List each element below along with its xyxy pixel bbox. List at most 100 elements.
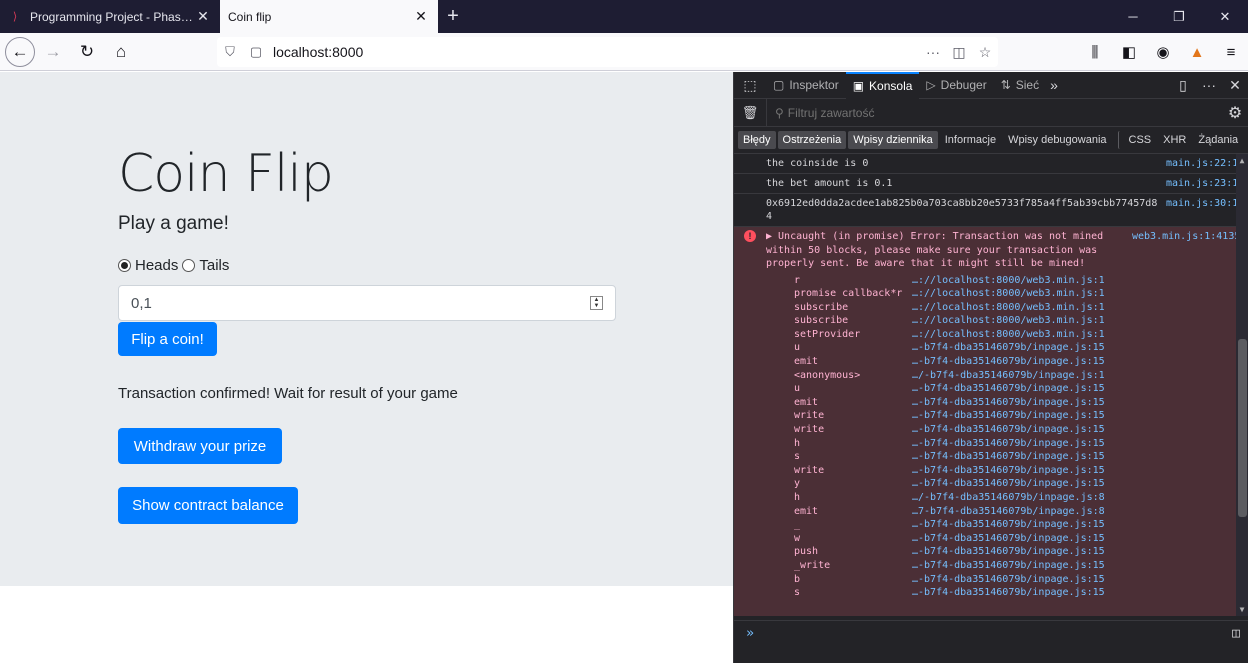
- message-source-link[interactable]: main.js:30:17: [1160, 197, 1248, 223]
- frame-location-link[interactable]: …://localhost:8000/web3.min.js:1: [912, 301, 1105, 315]
- account-icon[interactable]: ◉: [1146, 43, 1180, 61]
- frame-location-link[interactable]: …/-b7f4-dba35146079b/inpage.js:1: [912, 369, 1105, 383]
- tab-debugger[interactable]: ▷ Debuger: [919, 72, 993, 99]
- sidebar-icon[interactable]: ◧: [1112, 43, 1146, 61]
- show-balance-button[interactable]: Show contract balance: [118, 487, 298, 524]
- frame-location-link[interactable]: …-b7f4-dba35146079b/inpage.js:15: [912, 573, 1105, 587]
- tails-radio[interactable]: [182, 259, 196, 272]
- split-console-icon[interactable]: ◫: [1223, 626, 1248, 641]
- console-message: 0x6912ed0dda2acdee1ab825b0a703ca8bb20e57…: [734, 194, 1248, 227]
- frame-location-link[interactable]: …-b7f4-dba35146079b/inpage.js:15: [912, 477, 1105, 491]
- filter-logs[interactable]: Wpisy dziennika: [848, 131, 938, 149]
- console-error[interactable]: ! ▶ Uncaught (in promise) Error: Transac…: [734, 227, 1248, 616]
- frame-location-link[interactable]: …://localhost:8000/web3.min.js:1: [912, 314, 1105, 328]
- scrollbar-thumb[interactable]: [1238, 339, 1247, 517]
- home-button[interactable]: ⌂: [105, 37, 137, 67]
- element-picker-icon[interactable]: ⬚: [734, 77, 766, 94]
- close-devtools-icon[interactable]: ✕: [1222, 77, 1248, 94]
- back-button[interactable]: ←: [5, 36, 35, 67]
- shield-icon[interactable]: ⛉: [217, 44, 243, 60]
- tab-inspector[interactable]: ▢ Inspektor: [766, 72, 846, 99]
- close-window-icon[interactable]: ✕: [1202, 0, 1248, 33]
- page-info-icon[interactable]: ▢: [243, 44, 269, 60]
- address-bar[interactable]: ⛉ ▢ localhost:8000 ··· ◫ ☆: [217, 37, 998, 67]
- frame-location-link[interactable]: …://localhost:8000/web3.min.js:1: [912, 274, 1105, 288]
- more-actions-icon[interactable]: ···: [920, 44, 946, 60]
- frame-location-link[interactable]: …-b7f4-dba35146079b/inpage.js:15: [912, 423, 1105, 437]
- frame-location-link[interactable]: …-b7f4-dba35146079b/inpage.js:15: [912, 355, 1105, 369]
- filter-errors[interactable]: Błędy: [738, 131, 776, 149]
- frame-location-link[interactable]: …://localhost:8000/web3.min.js:1: [912, 287, 1105, 301]
- filter-input[interactable]: ⚲ Filtruj zawartość: [766, 98, 1222, 127]
- frame-location-link[interactable]: …-b7f4-dba35146079b/inpage.js:15: [912, 409, 1105, 423]
- clear-console-icon[interactable]: 🗑: [734, 105, 766, 121]
- close-tab-icon[interactable]: ✕: [194, 8, 212, 25]
- new-tab-button[interactable]: +: [438, 0, 468, 33]
- frame-location-link[interactable]: …-b7f4-dba35146079b/inpage.js:15: [912, 518, 1105, 532]
- filter-requests[interactable]: Żądania: [1193, 131, 1243, 149]
- frame-location-link[interactable]: …-b7f4-dba35146079b/inpage.js:15: [912, 586, 1105, 600]
- tab-network[interactable]: ⇅ Sieć: [994, 72, 1046, 99]
- tab-programming-project[interactable]: ⟩ Programming Project - Phase 2 ✕: [0, 0, 220, 33]
- console-input[interactable]: » ◫: [734, 620, 1248, 663]
- devtools-menu-icon[interactable]: ···: [1196, 77, 1222, 94]
- filter-warnings[interactable]: Ostrzeżenia: [777, 131, 847, 149]
- scroll-up-icon[interactable]: ▲: [1236, 156, 1248, 165]
- frame-location-link[interactable]: …-b7f4-dba35146079b/inpage.js:15: [912, 450, 1105, 464]
- frame-location-link[interactable]: …-b7f4-dba35146079b/inpage.js:15: [912, 396, 1105, 410]
- frame-function: h: [794, 492, 801, 503]
- filter-debug[interactable]: Wpisy debugowania: [1003, 131, 1111, 149]
- heads-label[interactable]: Heads: [135, 257, 178, 274]
- frame-function: setProvider: [794, 328, 861, 340]
- frame-location-link[interactable]: …-b7f4-dba35146079b/inpage.js:15: [912, 382, 1105, 396]
- frame-function: s: [794, 451, 801, 463]
- more-tabs-icon[interactable]: »: [1046, 77, 1058, 93]
- frame-location-link[interactable]: …/-b7f4-dba35146079b/inpage.js:8: [912, 491, 1105, 505]
- close-tab-icon[interactable]: ✕: [412, 8, 430, 25]
- bookmark-star-icon[interactable]: ☆: [972, 44, 998, 61]
- filter-css[interactable]: CSS: [1117, 131, 1157, 149]
- message-source-link[interactable]: main.js:22:13: [1160, 157, 1248, 170]
- frame-location-link[interactable]: …-b7f4-dba35146079b/inpage.js:15: [912, 341, 1105, 355]
- frame-location-link[interactable]: …-b7f4-dba35146079b/inpage.js:15: [912, 464, 1105, 478]
- filter-xhr[interactable]: XHR: [1158, 131, 1191, 149]
- stack-frame: write …-b7f4-dba35146079b/inpage.js:15: [794, 464, 1248, 478]
- frame-location-link[interactable]: …7-b7f4-dba35146079b/inpage.js:8: [912, 505, 1105, 519]
- flip-coin-button[interactable]: Flip a coin!: [118, 322, 217, 356]
- number-spinner[interactable]: ▲ ▼: [590, 296, 603, 310]
- tab-console[interactable]: ▣ Konsola: [845, 71, 920, 99]
- library-icon[interactable]: ⫼: [1078, 44, 1112, 61]
- heads-radio[interactable]: [118, 259, 131, 272]
- message-source-link[interactable]: main.js:23:13: [1160, 177, 1248, 190]
- tails-label[interactable]: Tails: [199, 257, 229, 274]
- frame-location-link[interactable]: …-b7f4-dba35146079b/inpage.js:15: [912, 437, 1105, 451]
- console-settings-icon[interactable]: ⚙: [1222, 103, 1248, 123]
- forward-button[interactable]: →: [37, 37, 69, 67]
- responsive-mode-icon[interactable]: ▯: [1170, 77, 1196, 94]
- spin-down-icon[interactable]: ▼: [591, 303, 602, 309]
- withdraw-prize-button[interactable]: Withdraw your prize: [118, 428, 282, 464]
- pocket-icon[interactable]: ◫: [946, 44, 972, 61]
- restore-icon[interactable]: ❐: [1156, 0, 1202, 33]
- frame-location-link[interactable]: …-b7f4-dba35146079b/inpage.js:15: [912, 532, 1105, 546]
- error-text[interactable]: ▶ Uncaught (in promise) Error: Transacti…: [766, 230, 1128, 271]
- window-controls: ─ ❐ ✕: [1110, 0, 1248, 33]
- frame-location-link[interactable]: …-b7f4-dba35146079b/inpage.js:15: [912, 559, 1105, 573]
- stack-frame: u …-b7f4-dba35146079b/inpage.js:15: [794, 341, 1248, 355]
- menu-icon[interactable]: ≡: [1214, 44, 1248, 61]
- stack-trace: r …://localhost:8000/web3.min.js:1 promise…: [794, 274, 1248, 600]
- filter-info[interactable]: Informacje: [940, 131, 1001, 149]
- url-text[interactable]: localhost:8000: [269, 44, 920, 60]
- frame-location-link[interactable]: …://localhost:8000/web3.min.js:1: [912, 328, 1105, 342]
- minimize-icon[interactable]: ─: [1110, 0, 1156, 33]
- metamask-fox-icon[interactable]: ▲: [1180, 44, 1214, 61]
- console-scrollbar[interactable]: ▲ ▼: [1236, 154, 1248, 616]
- stack-frame: emit …-b7f4-dba35146079b/inpage.js:15: [794, 396, 1248, 410]
- scroll-down-icon[interactable]: ▼: [1236, 605, 1248, 614]
- bet-amount-value[interactable]: 0,1: [131, 295, 152, 312]
- error-source-link[interactable]: web3.min.js:1:413558: [1128, 230, 1248, 271]
- frame-location-link[interactable]: …-b7f4-dba35146079b/inpage.js:15: [912, 545, 1105, 559]
- tab-coin-flip[interactable]: Coin flip ✕: [220, 0, 438, 33]
- bet-amount-input[interactable]: 0,1 ▲ ▼: [118, 285, 616, 321]
- reload-button[interactable]: ↻: [71, 37, 103, 67]
